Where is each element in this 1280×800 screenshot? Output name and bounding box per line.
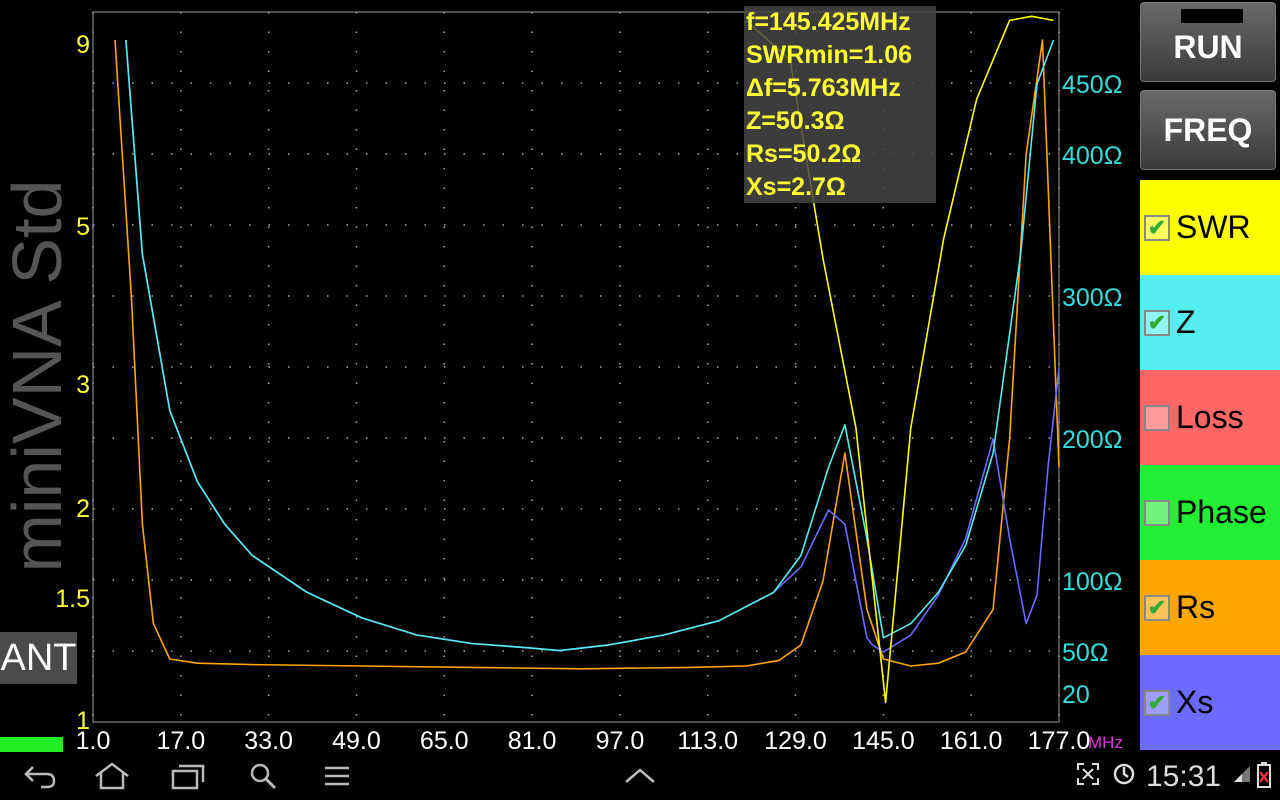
swr-axis-tick-label: 9 bbox=[76, 31, 90, 59]
menu-icon[interactable] bbox=[322, 760, 352, 792]
info-impedance: Z=50.3Ω bbox=[746, 107, 845, 135]
frequency-axis-tick-label: 1.0 bbox=[76, 727, 111, 752]
trace-checkbox[interactable]: ✔ bbox=[1144, 309, 1170, 336]
frequency-axis-tick-label: 81.0 bbox=[508, 727, 557, 752]
search-icon[interactable] bbox=[248, 760, 278, 792]
impedance-axis-tick-label: 400Ω bbox=[1062, 142, 1122, 170]
trace-toggle-xs[interactable]: ✔ Xs bbox=[1140, 655, 1280, 750]
trace-checkbox[interactable]: ✔ bbox=[1144, 689, 1170, 716]
frequency-axis-tick-label: 97.0 bbox=[596, 727, 645, 752]
trace-toggle-z[interactable]: ✔ Z bbox=[1140, 275, 1280, 370]
impedance-axis-tick-label: 300Ω bbox=[1062, 284, 1122, 312]
signal-strength-icon bbox=[1232, 762, 1252, 791]
recent-apps-icon[interactable] bbox=[170, 760, 206, 792]
ant-badge: ANT bbox=[0, 632, 77, 684]
battery-icon bbox=[1256, 762, 1272, 795]
frequency-axis-tick-label: 129.0 bbox=[764, 727, 827, 752]
freq-button-label: FREQ bbox=[1163, 111, 1253, 148]
frequency-axis-tick-label: 113.0 bbox=[677, 727, 738, 752]
trace-toggle-phase[interactable]: Phase bbox=[1140, 465, 1280, 560]
run-indicator bbox=[1181, 9, 1243, 23]
trace-checkbox[interactable]: ✔ bbox=[1144, 594, 1170, 621]
impedance-axis-tick-label: 20 bbox=[1062, 681, 1090, 709]
impedance-axis-tick-label: 450Ω bbox=[1062, 71, 1122, 99]
trace-label: Loss bbox=[1176, 399, 1244, 435]
trace-label: Phase bbox=[1176, 494, 1267, 530]
trace-toggle-swr[interactable]: ✔ SWR bbox=[1140, 180, 1280, 275]
trace-label: SWR bbox=[1176, 209, 1251, 245]
swr-axis-tick-label: 3 bbox=[76, 371, 90, 399]
info-delta-f: Δf=5.763MHz bbox=[746, 74, 901, 102]
frequency-axis-tick-label: 177.0 bbox=[1028, 727, 1091, 752]
info-swr-min: SWRmin=1.06 bbox=[746, 41, 913, 69]
run-button-label: RUN bbox=[1173, 28, 1243, 65]
back-icon[interactable] bbox=[20, 760, 60, 792]
frequency-axis-tick-label: 17.0 bbox=[156, 727, 205, 752]
marker-info-box: f=145.425MHz SWRmin=1.06 Δf=5.763MHz Z=5… bbox=[744, 6, 936, 203]
frequency-axis-tick-label: 65.0 bbox=[420, 727, 469, 752]
android-navigation-bar: 15:31 bbox=[0, 752, 1280, 800]
trace-toggle-loss[interactable]: Loss bbox=[1140, 370, 1280, 465]
trace-checkbox[interactable] bbox=[1144, 499, 1170, 526]
info-xs: Xs=2.7Ω bbox=[746, 173, 846, 201]
trace-checkbox[interactable]: ✔ bbox=[1144, 214, 1170, 241]
screen-capture-icon bbox=[1076, 762, 1100, 793]
trace-checkbox[interactable] bbox=[1144, 404, 1170, 431]
trace-label: Xs bbox=[1176, 684, 1214, 720]
frequency-axis-tick-label: 145.0 bbox=[852, 727, 915, 752]
clock: 15:31 bbox=[1146, 760, 1222, 793]
frequency-axis-tick-label: 49.0 bbox=[332, 727, 381, 752]
plot-area[interactable]: 95321.51450Ω400Ω300Ω200Ω100Ω50Ω201.0 17.0… bbox=[0, 0, 1138, 752]
chevron-up-icon[interactable] bbox=[622, 760, 658, 792]
frequency-axis-tick-label: 33.0 bbox=[244, 727, 293, 752]
run-button[interactable]: RUN bbox=[1140, 2, 1276, 82]
info-frequency: f=145.425MHz bbox=[746, 8, 911, 36]
trace-label: Z bbox=[1176, 304, 1196, 340]
info-rs: Rs=50.2Ω bbox=[746, 140, 862, 168]
control-panel: RUN FREQ ✔ SWR ✔ Z Loss Phase ✔ Rs ✔ Xs bbox=[1138, 0, 1280, 752]
impedance-axis-tick-label: 50Ω bbox=[1062, 639, 1109, 667]
swr-axis-tick-label: 2 bbox=[76, 495, 90, 523]
trace-toggle-rs[interactable]: ✔ Rs bbox=[1140, 560, 1280, 655]
device-label: miniVNA Std bbox=[0, 179, 76, 573]
impedance-axis-tick-label: 100Ω bbox=[1062, 568, 1122, 596]
trace-label: Rs bbox=[1176, 589, 1216, 625]
frequency-axis-tick-label: 161.0 bbox=[940, 727, 1003, 752]
impedance-axis-tick-label: 200Ω bbox=[1062, 426, 1122, 454]
freq-button[interactable]: FREQ bbox=[1140, 90, 1276, 170]
frequency-unit-label: MHz bbox=[1088, 733, 1123, 752]
home-icon[interactable] bbox=[92, 760, 132, 792]
sync-icon bbox=[1112, 762, 1136, 793]
swr-axis-tick-label: 5 bbox=[76, 213, 90, 241]
signal-level-bar bbox=[0, 737, 63, 752]
